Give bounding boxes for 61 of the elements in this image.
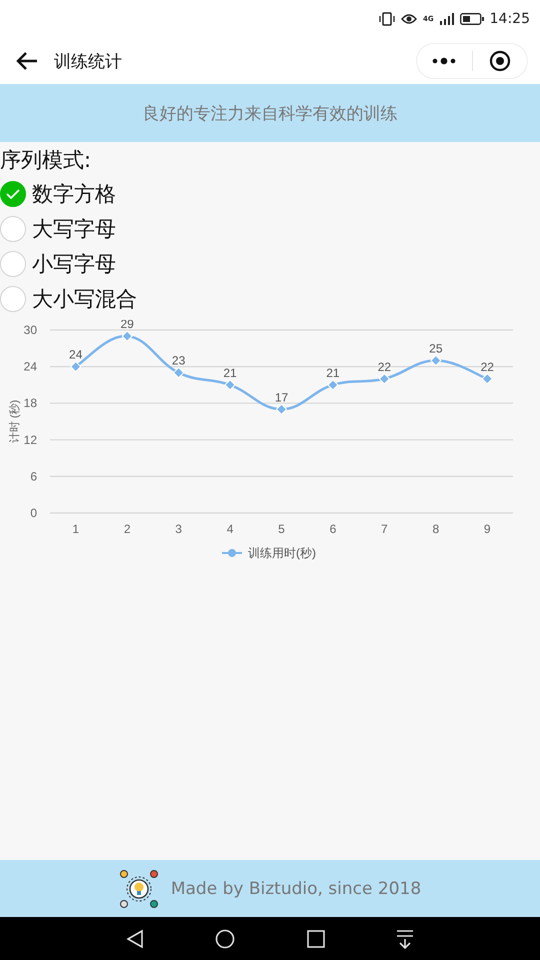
x-tick-label: 7 — [381, 522, 388, 536]
radio-circle[interactable] — [0, 286, 26, 312]
page-title: 训练统计 — [54, 50, 123, 72]
banner-text: 良好的专注力来自科学有效的训练 — [142, 102, 398, 124]
x-tick-label: 5 — [278, 522, 285, 536]
clock-time: 14:25 — [490, 11, 530, 27]
point-marker — [482, 373, 493, 384]
data-label: 22 — [378, 360, 392, 374]
x-tick-label: 2 — [124, 522, 130, 536]
radio-option[interactable]: 数字方格 — [0, 176, 116, 211]
drawer-icon[interactable] — [396, 928, 414, 948]
y-tick-label: 24 — [24, 360, 37, 374]
data-label: 17 — [274, 390, 288, 404]
y-axis-title: 计时 (秒) — [9, 400, 21, 444]
point-marker — [378, 373, 390, 384]
data-label: 21 — [326, 366, 340, 380]
x-tick-label: 4 — [226, 522, 234, 536]
more-dots-icon — [432, 57, 456, 65]
radio-option[interactable]: 大写字母 — [0, 211, 116, 246]
signal-icon — [440, 13, 454, 25]
radio-option[interactable]: 小写字母 — [0, 246, 116, 281]
y-tick-label: 0 — [30, 506, 37, 520]
data-label: 22 — [480, 360, 494, 374]
recents-icon[interactable] — [306, 930, 325, 948]
mode-label: 序列模式: — [0, 147, 92, 174]
y-tick-label: 30 — [24, 323, 37, 337]
data-label: 25 — [429, 342, 443, 356]
x-tick-label: 9 — [484, 522, 491, 536]
y-tick-label: 18 — [24, 396, 37, 410]
point-marker — [70, 360, 82, 372]
x-tick-label: 3 — [175, 522, 182, 536]
point-marker — [430, 354, 442, 366]
home-icon[interactable] — [215, 928, 236, 948]
eye-icon — [401, 13, 418, 25]
radio-option[interactable]: 大小写混合 — [0, 281, 137, 316]
radio-circle[interactable] — [0, 180, 26, 206]
data-label: 24 — [69, 348, 82, 362]
point-marker — [172, 367, 184, 378]
lightbulb-logo-icon — [118, 868, 159, 908]
data-label: 29 — [120, 320, 134, 332]
x-tick-label: 1 — [72, 522, 80, 536]
legend-marker-icon — [222, 549, 242, 557]
vibrate-icon — [379, 12, 396, 26]
point-marker — [276, 404, 288, 415]
legend-label: 训练用时(秒) — [248, 546, 316, 560]
point-marker — [224, 379, 236, 391]
footer-credit: Made by Biztudio, since 2018 — [170, 878, 422, 898]
y-tick-label: 6 — [30, 469, 37, 484]
y-tick-label: 12 — [24, 432, 37, 447]
data-label: 21 — [223, 366, 237, 380]
x-tick-label: 6 — [330, 522, 336, 536]
point-marker — [327, 379, 339, 391]
battery-icon — [460, 13, 484, 25]
x-tick-label: 8 — [432, 522, 440, 536]
radio-circle[interactable] — [0, 250, 26, 276]
data-label: 23 — [172, 354, 186, 368]
point-marker — [121, 330, 133, 342]
radio-circle[interactable] — [0, 216, 26, 242]
target-icon — [488, 50, 511, 72]
back-icon[interactable] — [126, 928, 144, 948]
back-arrow-icon[interactable] — [16, 51, 38, 71]
